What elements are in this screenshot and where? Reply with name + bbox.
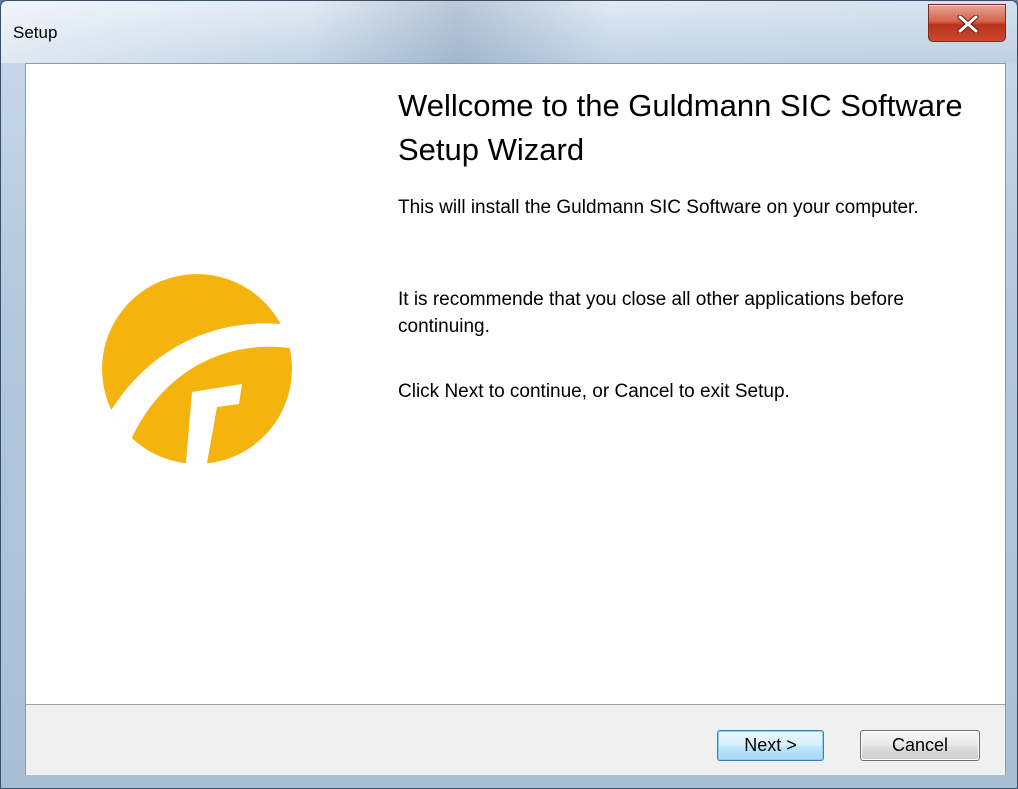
wizard-heading: Wellcome to the Guldmann SIC Software Se…	[398, 88, 963, 167]
continue-instructions: Click Next to continue, or Cancel to exi…	[398, 381, 790, 402]
wizard-page: Wellcome to the Guldmann SIC Software Se…	[25, 63, 1006, 775]
title-bar[interactable]: Setup	[1, 1, 1017, 63]
window-title: Setup	[13, 23, 58, 42]
guldmann-logo-icon	[97, 274, 297, 464]
button-bar: Next > Cancel	[26, 704, 1005, 775]
close-icon	[957, 15, 979, 33]
close-button[interactable]	[928, 4, 1006, 42]
cancel-button[interactable]: Cancel	[860, 730, 980, 761]
next-button[interactable]: Next >	[717, 730, 824, 761]
setup-window: Setup Wellcome to the Guldmann SIC Softw…	[0, 0, 1018, 789]
close-apps-recommendation: It is recommende that you close all othe…	[398, 289, 904, 337]
install-description: This will install the Guldmann SIC Softw…	[398, 197, 919, 218]
